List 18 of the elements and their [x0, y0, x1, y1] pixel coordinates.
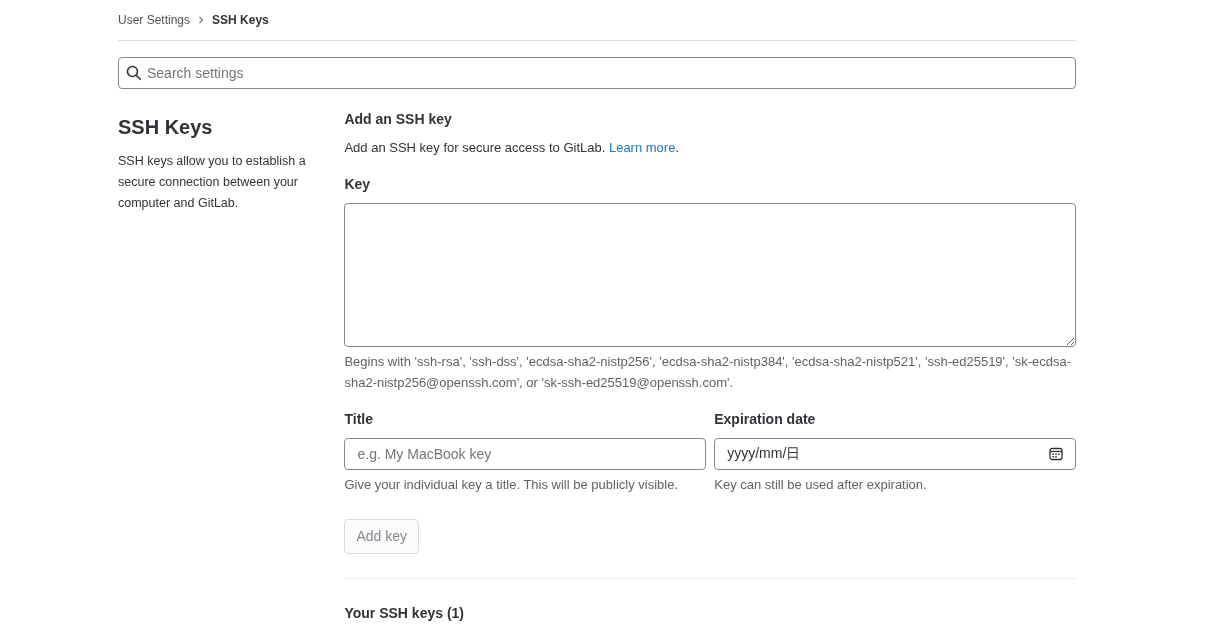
- field-label: Key: [344, 174, 372, 194]
- search-field[interactable]: Search settings: [118, 57, 1076, 89]
- keys-heading: Your SSH keys (1): [344, 603, 465, 623]
- help-text: Give your individual key a title. This will be publicly visible.: [344, 475, 680, 494]
- breadcrumb-current: SSH Keys: [212, 12, 269, 29]
- calendar-icon[interactable]: [1049, 446, 1063, 461]
- intro-text: Add an SSH key for secure access to GitLab. Learn more.: [344, 139, 681, 157]
- chevron-icon: [198, 16, 205, 24]
- breadcrumb-link[interactable]: User Settings: [118, 11, 191, 29]
- form-heading: Add an SSH key: [344, 110, 453, 129]
- section-description: SSH keys allow you to establish a secure connection between your computer and GitLab.: [118, 153, 307, 212]
- section-title: SSH Keys: [118, 115, 214, 139]
- help-text: Begins with 'ssh-rsa', 'ssh-dss', 'ecdsa-sha2-nistp256', 'ecdsa-sha2-nistp384', 'ecdsa-sha2-nistp521', 'ssh-ed25519', 'sk-ecdsa-sha2-nistp256@openssh.com', or 'sk-ssh-ed25519@openssh.com'.: [344, 352, 1073, 392]
- help-text: Key can still be used after expiration.: [714, 475, 928, 494]
- field-label: Title: [344, 409, 374, 429]
- date-field[interactable]: yyyy/mm/日: [714, 437, 1076, 470]
- field-label: Expiration date: [714, 409, 817, 429]
- title-field[interactable]: e.g. My MacBook key: [344, 437, 707, 470]
